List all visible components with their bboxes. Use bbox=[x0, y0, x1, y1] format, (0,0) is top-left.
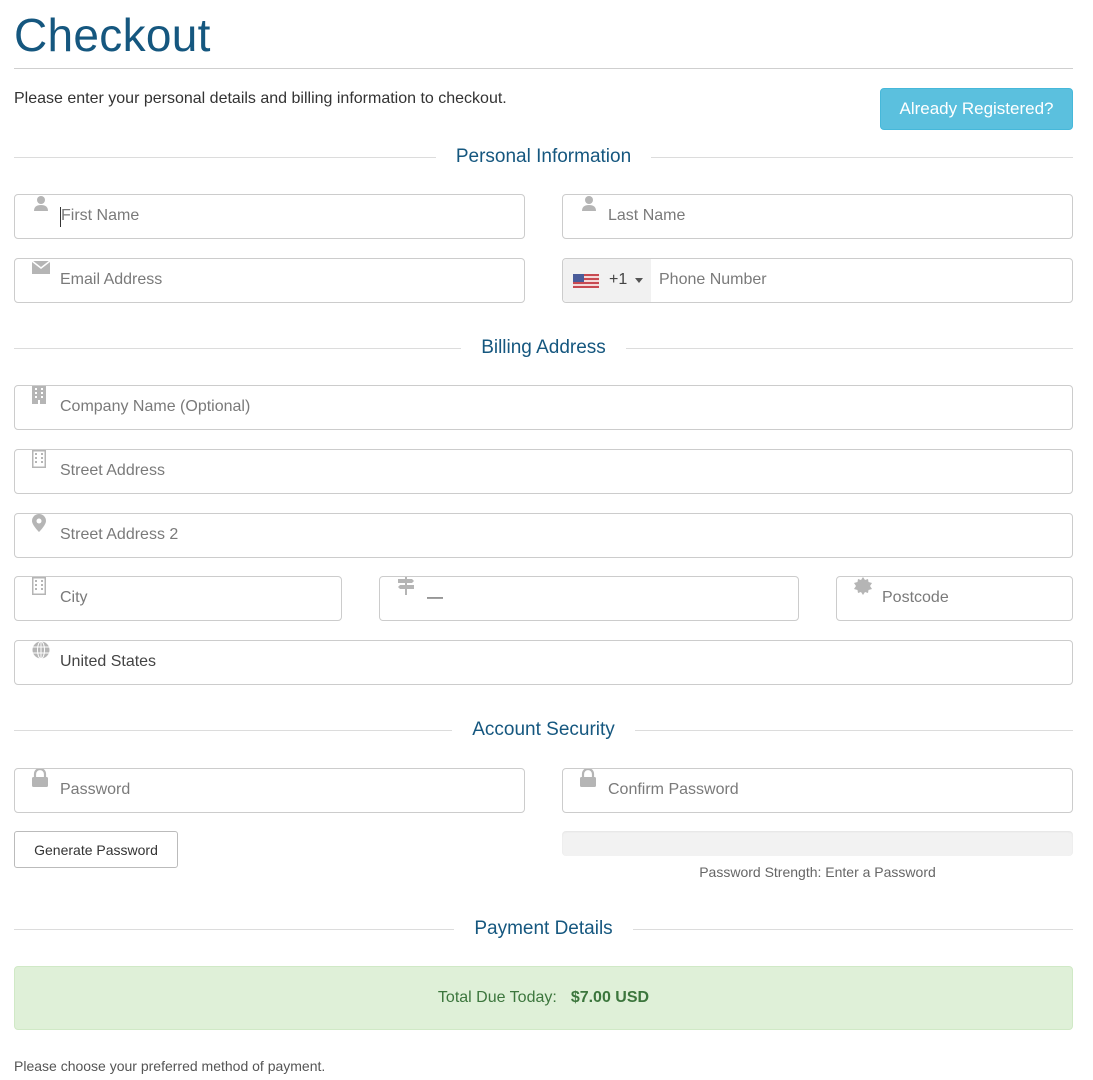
email-input[interactable]: Email Address bbox=[14, 258, 525, 303]
city-placeholder: City bbox=[60, 589, 88, 606]
building-icon bbox=[32, 386, 50, 404]
divider bbox=[651, 156, 1074, 158]
country-value: United States bbox=[60, 653, 157, 670]
password-placeholder: Password bbox=[60, 781, 131, 798]
title-divider bbox=[14, 68, 1073, 69]
user-icon bbox=[32, 195, 50, 213]
divider bbox=[625, 347, 1073, 349]
section-title: Payment Details bbox=[474, 918, 613, 939]
country-code-dropdown[interactable]: +1 bbox=[563, 259, 651, 302]
last-name-input[interactable]: Last Name bbox=[562, 194, 1073, 239]
divider bbox=[634, 729, 1074, 731]
building-outline-icon bbox=[32, 450, 50, 468]
phone-input[interactable]: +1 Phone Number bbox=[562, 258, 1073, 303]
envelope-icon bbox=[32, 261, 50, 279]
intro-text: Please enter your personal details and b… bbox=[14, 90, 507, 107]
section-billing-address: Billing Address bbox=[14, 336, 1073, 360]
section-personal-information: Personal Information bbox=[14, 145, 1074, 169]
street-address-placeholder: Street Address bbox=[60, 462, 165, 479]
payment-method-prompt: Please choose your preferred method of p… bbox=[14, 1058, 326, 1074]
postcode-placeholder: Postcode bbox=[882, 589, 949, 606]
password-strength-bar bbox=[562, 831, 1073, 856]
password-input[interactable]: Password bbox=[14, 768, 525, 813]
street-address-2-input[interactable]: Street Address 2 bbox=[14, 513, 1073, 558]
password-strength-text: Password Strength: Enter a Password bbox=[699, 864, 936, 880]
company-name-placeholder: Company Name (Optional) bbox=[60, 398, 251, 415]
generate-password-button[interactable]: Generate Password bbox=[14, 831, 178, 868]
confirm-password-placeholder: Confirm Password bbox=[608, 781, 739, 798]
street-address-2-placeholder: Street Address 2 bbox=[60, 526, 179, 543]
signpost-icon bbox=[397, 577, 415, 595]
certificate-icon bbox=[854, 577, 872, 595]
email-placeholder: Email Address bbox=[60, 271, 163, 288]
divider bbox=[14, 729, 453, 731]
country-select[interactable]: United States bbox=[14, 640, 1073, 685]
divider bbox=[632, 928, 1073, 930]
caret-down-icon bbox=[635, 278, 643, 283]
map-marker-icon bbox=[32, 514, 50, 532]
building-outline-icon bbox=[32, 577, 50, 595]
city-input[interactable]: City bbox=[14, 576, 342, 621]
last-name-placeholder: Last Name bbox=[608, 207, 686, 224]
section-payment-details: Payment Details bbox=[14, 917, 1073, 941]
total-due-label: Total Due Today: bbox=[437, 989, 557, 1006]
company-name-input[interactable]: Company Name (Optional) bbox=[14, 385, 1073, 430]
section-account-security: Account Security bbox=[14, 718, 1074, 742]
section-title: Account Security bbox=[472, 719, 615, 740]
page-title: Checkout bbox=[14, 9, 211, 61]
divider bbox=[14, 347, 462, 349]
street-address-input[interactable]: Street Address bbox=[14, 449, 1073, 494]
section-title: Billing Address bbox=[481, 337, 606, 358]
total-due-alert: Total Due Today: $7.00 USD bbox=[14, 966, 1073, 1030]
state-value: — bbox=[427, 589, 443, 606]
globe-icon bbox=[32, 641, 50, 659]
dial-code: +1 bbox=[609, 271, 628, 288]
us-flag-icon bbox=[573, 274, 599, 288]
state-select[interactable]: — bbox=[379, 576, 799, 621]
section-title: Personal Information bbox=[455, 146, 632, 167]
first-name-placeholder: First Name bbox=[61, 207, 140, 224]
lock-icon bbox=[580, 769, 598, 787]
total-due-amount: $7.00 USD bbox=[570, 989, 650, 1006]
already-registered-button[interactable]: Already Registered? bbox=[880, 88, 1073, 130]
phone-placeholder: Phone Number bbox=[659, 271, 767, 288]
first-name-input[interactable]: First Name bbox=[14, 194, 525, 239]
confirm-password-input[interactable]: Confirm Password bbox=[562, 768, 1073, 813]
divider bbox=[14, 928, 455, 930]
user-icon bbox=[580, 195, 598, 213]
divider bbox=[14, 156, 436, 158]
lock-icon bbox=[32, 769, 50, 787]
postcode-input[interactable]: Postcode bbox=[836, 576, 1073, 621]
